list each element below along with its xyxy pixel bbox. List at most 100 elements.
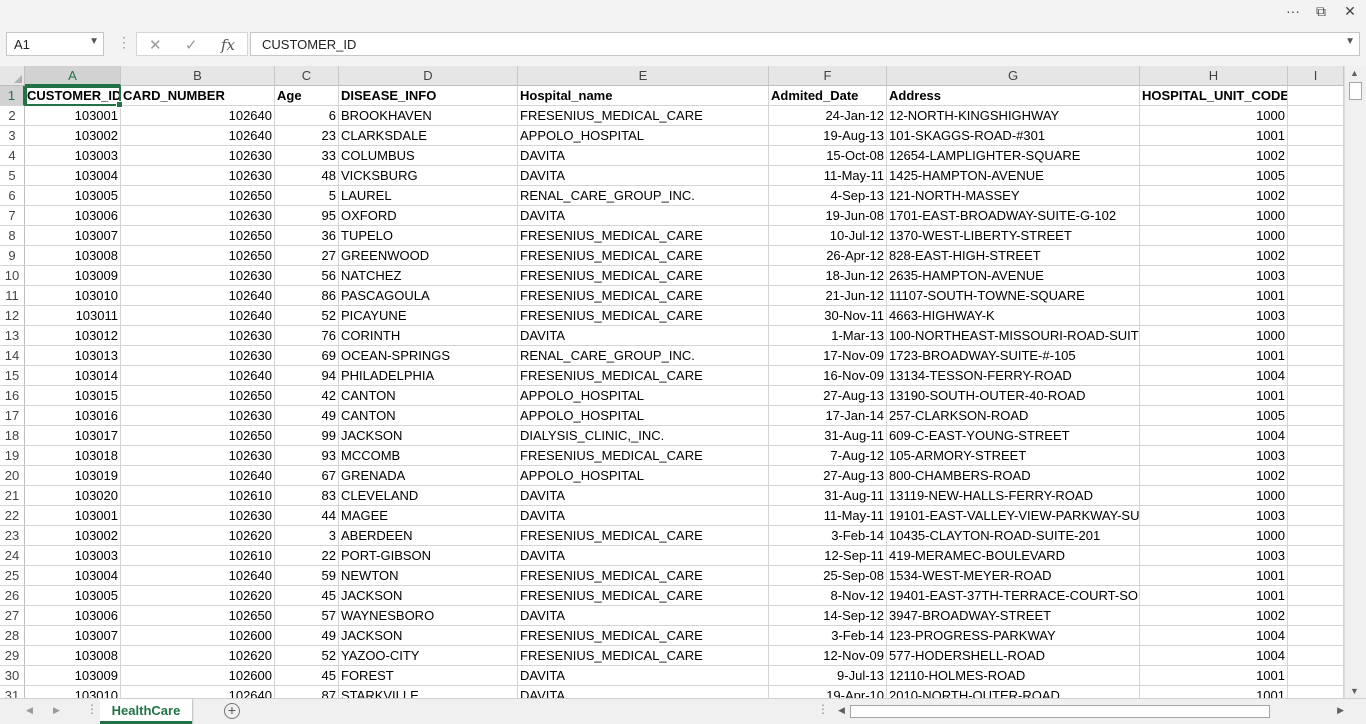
- row-header[interactable]: 14: [0, 346, 25, 366]
- cell-g16[interactable]: 13190-SOUTH-OUTER-40-ROAD: [887, 386, 1140, 406]
- cell-d17[interactable]: CANTON: [339, 406, 518, 426]
- row-header[interactable]: 20: [0, 466, 25, 486]
- cell-b1[interactable]: CARD_NUMBER: [121, 86, 275, 106]
- formula-input[interactable]: CUSTOMER_ID ▼: [250, 32, 1360, 56]
- cell-g14[interactable]: 1723-BROADWAY-SUITE-#-105: [887, 346, 1140, 366]
- cell-e17[interactable]: APPOLO_HOSPITAL: [518, 406, 769, 426]
- cell-b20[interactable]: 102640: [121, 466, 275, 486]
- cell-e13[interactable]: DAVITA: [518, 326, 769, 346]
- cell-a19[interactable]: 103018: [25, 446, 121, 466]
- cell-e18[interactable]: DIALYSIS_CLINIC,_INC.: [518, 426, 769, 446]
- cell-d30[interactable]: FOREST: [339, 666, 518, 686]
- column-header-e[interactable]: E: [518, 66, 769, 85]
- cell-c2[interactable]: 6: [275, 106, 339, 126]
- cell-e20[interactable]: APPOLO_HOSPITAL: [518, 466, 769, 486]
- cell-f7[interactable]: 19-Jun-08: [769, 206, 887, 226]
- cell-i9[interactable]: [1288, 246, 1344, 266]
- cell-a12[interactable]: 103011: [25, 306, 121, 326]
- cell-b9[interactable]: 102650: [121, 246, 275, 266]
- cell-i11[interactable]: [1288, 286, 1344, 306]
- cell-c7[interactable]: 95: [275, 206, 339, 226]
- cell-g1[interactable]: Address: [887, 86, 1140, 106]
- cell-h19[interactable]: 1003: [1140, 446, 1288, 466]
- cell-f3[interactable]: 19-Aug-13: [769, 126, 887, 146]
- row-header[interactable]: 30: [0, 666, 25, 686]
- cell-e29[interactable]: FRESENIUS_MEDICAL_CARE: [518, 646, 769, 666]
- cell-d7[interactable]: OXFORD: [339, 206, 518, 226]
- cell-g24[interactable]: 419-MERAMEC-BOULEVARD: [887, 546, 1140, 566]
- cell-a26[interactable]: 103005: [25, 586, 121, 606]
- cell-i27[interactable]: [1288, 606, 1344, 626]
- cell-g22[interactable]: 19101-EAST-VALLEY-VIEW-PARKWAY-SUI: [887, 506, 1140, 526]
- row-header[interactable]: 24: [0, 546, 25, 566]
- cell-h23[interactable]: 1000: [1140, 526, 1288, 546]
- name-box[interactable]: A1 ▼: [6, 32, 104, 56]
- cell-f30[interactable]: 9-Jul-13: [769, 666, 887, 686]
- cell-d12[interactable]: PICAYUNE: [339, 306, 518, 326]
- cell-g10[interactable]: 2635-HAMPTON-AVENUE: [887, 266, 1140, 286]
- cell-h13[interactable]: 1000: [1140, 326, 1288, 346]
- scroll-down-icon[interactable]: ▼: [1350, 686, 1359, 696]
- cell-d10[interactable]: NATCHEZ: [339, 266, 518, 286]
- cell-h15[interactable]: 1004: [1140, 366, 1288, 386]
- cell-h2[interactable]: 1000: [1140, 106, 1288, 126]
- cell-a30[interactable]: 103009: [25, 666, 121, 686]
- cell-d13[interactable]: CORINTH: [339, 326, 518, 346]
- scroll-left-icon[interactable]: ◀: [838, 705, 845, 716]
- cell-f23[interactable]: 3-Feb-14: [769, 526, 887, 546]
- cell-f26[interactable]: 8-Nov-12: [769, 586, 887, 606]
- cell-c31[interactable]: 87: [275, 686, 339, 698]
- cell-b14[interactable]: 102630: [121, 346, 275, 366]
- cell-g4[interactable]: 12654-LAMPLIGHTER-SQUARE: [887, 146, 1140, 166]
- cell-h25[interactable]: 1001: [1140, 566, 1288, 586]
- cell-e27[interactable]: DAVITA: [518, 606, 769, 626]
- row-header[interactable]: 1: [0, 86, 25, 106]
- cell-a11[interactable]: 103010: [25, 286, 121, 306]
- cell-h1[interactable]: HOSPITAL_UNIT_CODE: [1140, 86, 1288, 106]
- cell-i2[interactable]: [1288, 106, 1344, 126]
- row-header[interactable]: 10: [0, 266, 25, 286]
- cell-h3[interactable]: 1001: [1140, 126, 1288, 146]
- cell-h26[interactable]: 1001: [1140, 586, 1288, 606]
- cell-c19[interactable]: 93: [275, 446, 339, 466]
- cell-d3[interactable]: CLARKSDALE: [339, 126, 518, 146]
- row-header[interactable]: 26: [0, 586, 25, 606]
- cell-h9[interactable]: 1002: [1140, 246, 1288, 266]
- cell-a13[interactable]: 103012: [25, 326, 121, 346]
- cell-i1[interactable]: [1288, 86, 1344, 106]
- cell-d22[interactable]: MAGEE: [339, 506, 518, 526]
- cell-h5[interactable]: 1005: [1140, 166, 1288, 186]
- cell-b5[interactable]: 102630: [121, 166, 275, 186]
- cell-i26[interactable]: [1288, 586, 1344, 606]
- cell-f24[interactable]: 12-Sep-11: [769, 546, 887, 566]
- cell-i5[interactable]: [1288, 166, 1344, 186]
- cell-g13[interactable]: 100-NORTHEAST-MISSOURI-ROAD-SUITE-: [887, 326, 1140, 346]
- cell-a27[interactable]: 103006: [25, 606, 121, 626]
- cell-c21[interactable]: 83: [275, 486, 339, 506]
- expand-formula-bar-icon[interactable]: ▼: [1345, 36, 1355, 47]
- cell-c8[interactable]: 36: [275, 226, 339, 246]
- cell-d14[interactable]: OCEAN-SPRINGS: [339, 346, 518, 366]
- cell-f6[interactable]: 4-Sep-13: [769, 186, 887, 206]
- cell-h16[interactable]: 1001: [1140, 386, 1288, 406]
- cell-e8[interactable]: FRESENIUS_MEDICAL_CARE: [518, 226, 769, 246]
- cell-a7[interactable]: 103006: [25, 206, 121, 226]
- cell-b18[interactable]: 102650: [121, 426, 275, 446]
- add-sheet-button[interactable]: +: [224, 703, 240, 719]
- cell-g6[interactable]: 121-NORTH-MASSEY: [887, 186, 1140, 206]
- cell-d21[interactable]: CLEVELAND: [339, 486, 518, 506]
- cell-f27[interactable]: 14-Sep-12: [769, 606, 887, 626]
- row-header[interactable]: 12: [0, 306, 25, 326]
- row-header[interactable]: 9: [0, 246, 25, 266]
- cell-i15[interactable]: [1288, 366, 1344, 386]
- cell-e30[interactable]: DAVITA: [518, 666, 769, 686]
- cell-c12[interactable]: 52: [275, 306, 339, 326]
- cell-f21[interactable]: 31-Aug-11: [769, 486, 887, 506]
- cell-a20[interactable]: 103019: [25, 466, 121, 486]
- cell-c16[interactable]: 42: [275, 386, 339, 406]
- cell-a5[interactable]: 103004: [25, 166, 121, 186]
- cell-f25[interactable]: 25-Sep-08: [769, 566, 887, 586]
- cell-b24[interactable]: 102610: [121, 546, 275, 566]
- cell-a4[interactable]: 103003: [25, 146, 121, 166]
- cell-i29[interactable]: [1288, 646, 1344, 666]
